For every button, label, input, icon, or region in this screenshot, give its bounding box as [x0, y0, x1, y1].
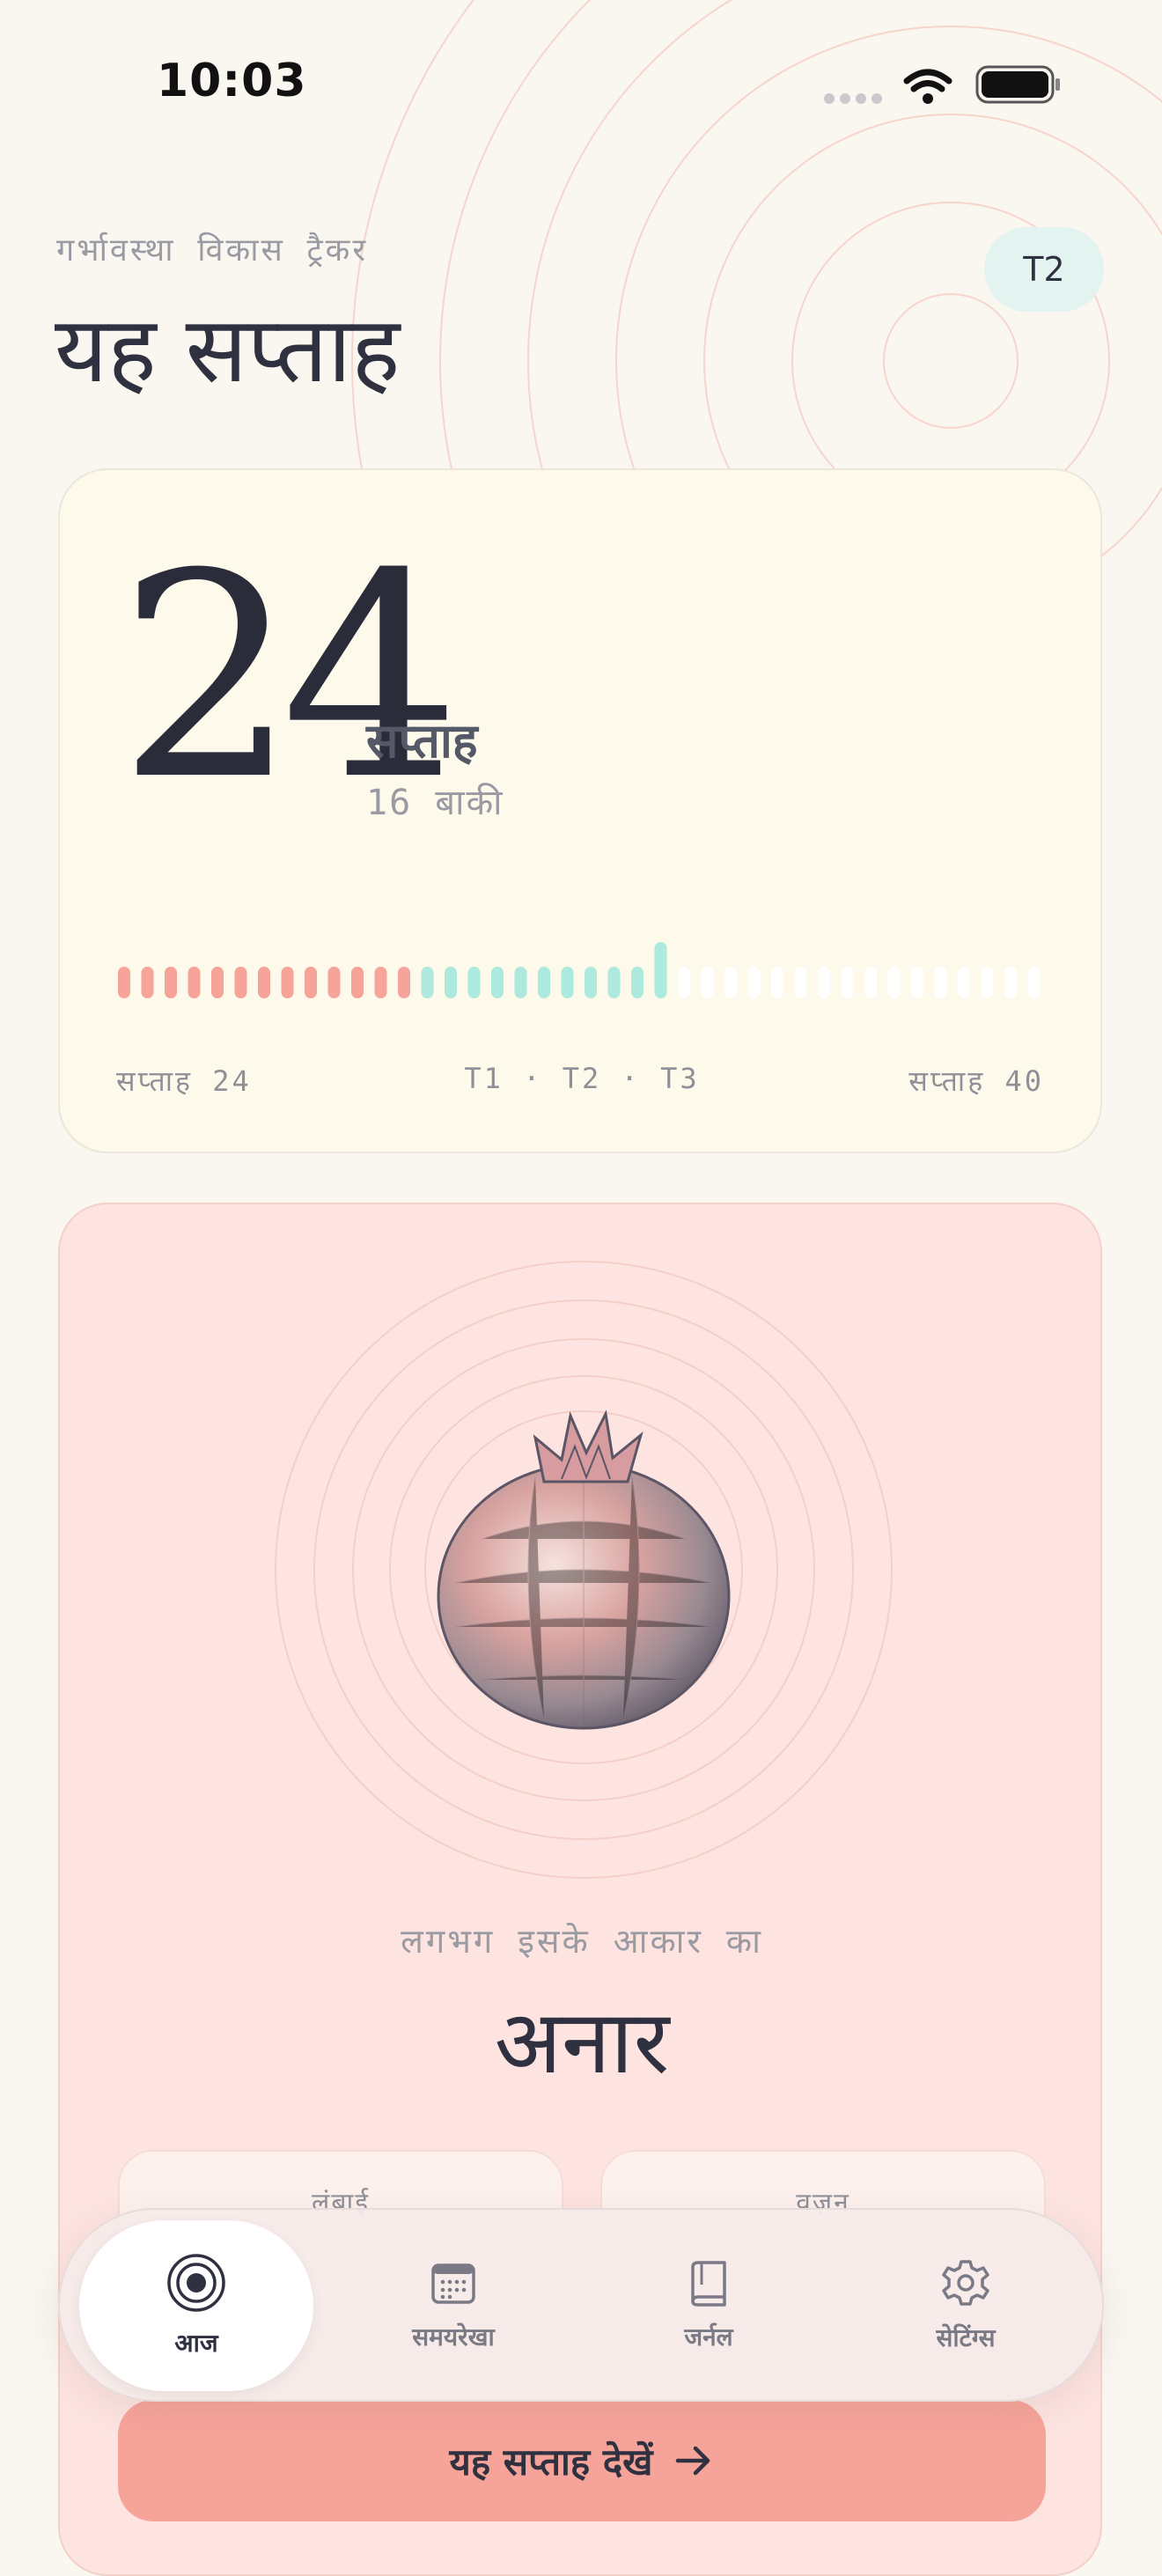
progress-tick	[701, 967, 714, 998]
app-subtitle: गर्भावस्था विकास ट्रैकर	[56, 232, 369, 269]
fruit-name: अनार	[494, 1991, 670, 2094]
progress-tick	[631, 967, 644, 998]
progress-tick	[934, 967, 947, 998]
book-icon	[691, 2261, 726, 2307]
progress-tick	[398, 967, 410, 998]
weeks-remaining: 16 बाकी	[366, 783, 504, 823]
progress-tick	[1027, 967, 1041, 998]
progress-tick	[585, 967, 597, 998]
progress-tick	[514, 967, 527, 998]
progress-tick	[607, 967, 621, 998]
trimester-badge[interactable]: T2	[984, 227, 1104, 312]
target-icon	[167, 2254, 225, 2312]
progress-tick	[981, 967, 994, 998]
progress-tick	[958, 967, 970, 998]
progress-tick	[864, 967, 877, 998]
cellular-signal-icon	[824, 93, 882, 104]
pomegranate-icon	[437, 1409, 731, 1730]
progress-tick	[327, 967, 341, 998]
progress-tick	[258, 967, 270, 998]
view-week-label: यह सप्ताह देखें	[449, 2440, 653, 2484]
progress-tick	[491, 967, 504, 998]
progress-tick	[841, 967, 854, 998]
progress-tick	[561, 967, 574, 998]
progress-tick-current	[654, 942, 667, 998]
nav-item-settings[interactable]: सेटिंग्स	[849, 2220, 1083, 2391]
progress-tick	[211, 967, 224, 998]
progress-tick	[771, 967, 783, 998]
nav-item-timeline[interactable]: समयरेखा	[336, 2220, 570, 2391]
progress-tick	[421, 967, 434, 998]
nav-label-settings: सेटिंग्स	[936, 2323, 996, 2352]
status-time: 10:03	[157, 55, 307, 107]
view-week-button[interactable]: यह सप्ताह देखें	[118, 2400, 1046, 2521]
nav-item-journal[interactable]: जर्नल	[592, 2220, 826, 2391]
nav-label-timeline: समयरेखा	[412, 2322, 495, 2352]
week-card: 24 सप्ताह 16 बाकी सप्ताह 24 T1 · T2 · T3…	[58, 468, 1102, 1153]
progress-tick	[445, 967, 457, 998]
progress-tick	[747, 967, 761, 998]
bottom-nav: आज समयरेखा जर्नल सेटिंग्स	[58, 2208, 1104, 2402]
arrow-right-icon	[675, 2446, 710, 2476]
progress-tick	[911, 967, 923, 998]
progress-tick	[818, 967, 830, 998]
progress-tick	[118, 967, 130, 998]
nav-item-today[interactable]: आज	[79, 2220, 313, 2391]
progress-tick	[538, 967, 550, 998]
status-icons	[824, 65, 1060, 104]
progress-tick	[1004, 967, 1017, 998]
progress-tick	[887, 967, 901, 998]
progress-tick	[724, 967, 737, 998]
progress-tick	[794, 967, 807, 998]
wifi-icon	[903, 69, 952, 92]
battery-icon	[975, 65, 1060, 104]
progress-tick	[281, 967, 294, 998]
progress-tick	[141, 967, 154, 998]
progress-tick	[374, 967, 387, 998]
progress-end-label: सप्ताह 40	[908, 1064, 1044, 1098]
progress-tick	[678, 967, 690, 998]
progress-tick	[165, 967, 177, 998]
gear-icon	[942, 2260, 989, 2306]
progress-tick	[234, 967, 247, 998]
calendar-icon	[431, 2263, 475, 2304]
progress-tick	[188, 967, 201, 998]
progress-tick	[305, 967, 317, 998]
progress-tick	[467, 967, 481, 998]
nav-label-journal: जर्नल	[684, 2322, 733, 2352]
page-title: यह सप्ताह	[55, 296, 401, 403]
pregnancy-progress-bar	[118, 942, 1041, 998]
progress-tick	[351, 967, 364, 998]
nav-label-today: आज	[174, 2329, 218, 2358]
size-caption: लगभग इसके आकार का	[401, 1922, 763, 1961]
week-label: सप्ताह	[366, 712, 478, 769]
